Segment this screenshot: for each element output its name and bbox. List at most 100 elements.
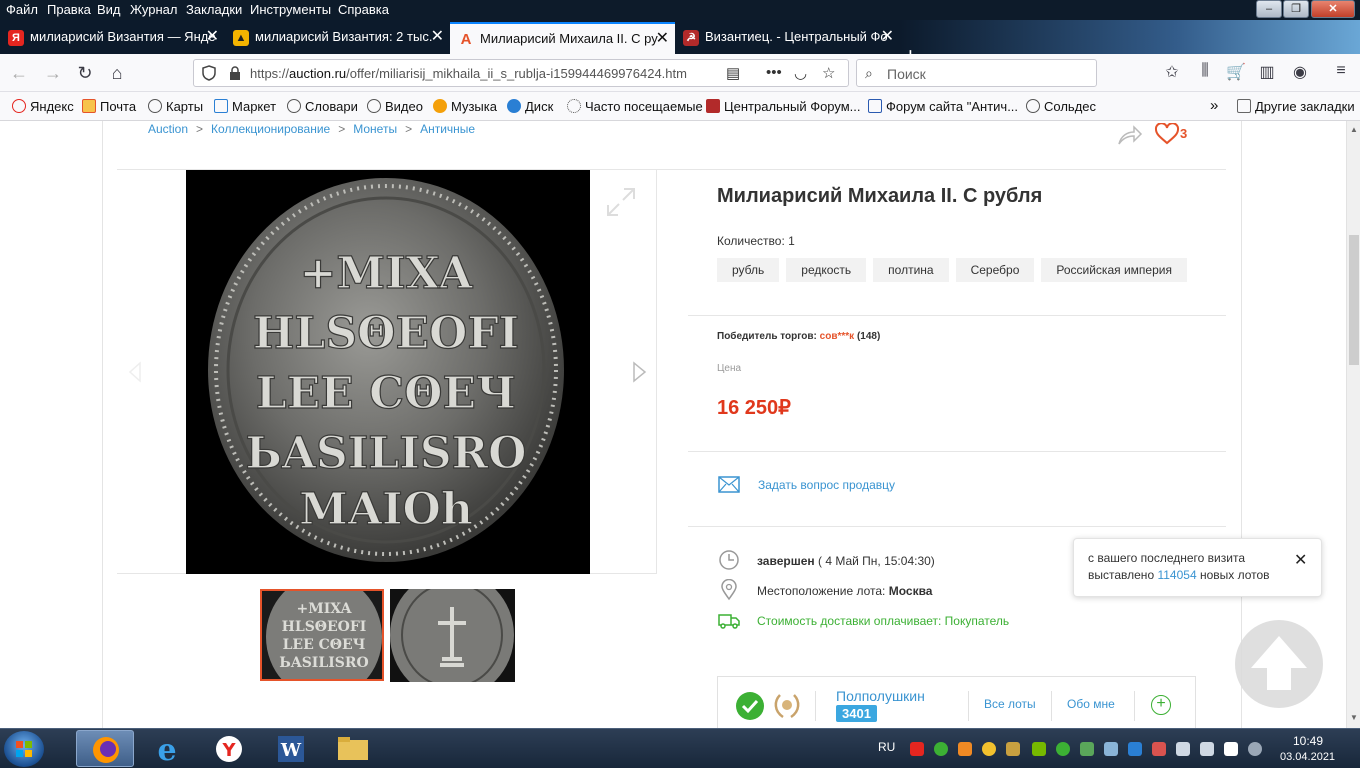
scrollbar-thumb[interactable] bbox=[1349, 235, 1359, 365]
tag-rarity[interactable]: редкость bbox=[786, 258, 867, 282]
envelope-icon[interactable] bbox=[718, 476, 740, 493]
bookmark-central-forum[interactable]: Центральный Форум... bbox=[706, 99, 861, 114]
speaker-muted-tray-icon[interactable] bbox=[1152, 742, 1166, 756]
hamburger-menu-icon[interactable]: ≡ bbox=[1330, 62, 1352, 80]
gallery-prev-arrow-icon[interactable] bbox=[128, 361, 142, 383]
page-scrollbar[interactable]: ▲ ▼ bbox=[1346, 121, 1360, 728]
other-bookmarks[interactable]: Другие закладки bbox=[1237, 99, 1355, 114]
close-notification-icon[interactable]: ✕ bbox=[1294, 550, 1307, 570]
bookmark-star-icon[interactable]: ☆ bbox=[822, 64, 835, 82]
tracking-shield-icon[interactable] bbox=[202, 65, 216, 81]
breadcrumb-coins[interactable]: Монеты bbox=[353, 122, 397, 136]
account-icon[interactable]: ◉ bbox=[1289, 62, 1311, 82]
tab-forum[interactable]: ☭ Византиец. - Центральный Фо ✕ bbox=[675, 22, 900, 54]
yandex-tray-icon[interactable] bbox=[910, 742, 924, 756]
bookmark-video[interactable]: Видео bbox=[367, 99, 423, 114]
close-tab-icon[interactable]: ✕ bbox=[881, 22, 894, 52]
pocket-icon[interactable]: ◡ bbox=[794, 64, 807, 82]
search-input[interactable]: ⌕ Поиск bbox=[856, 59, 1097, 87]
share-icon[interactable] bbox=[1117, 124, 1143, 146]
back-icon[interactable]: ← bbox=[6, 60, 32, 86]
tag-poltina[interactable]: полтина bbox=[873, 258, 949, 282]
breadcrumb-collecting[interactable]: Коллекционирование bbox=[211, 122, 330, 136]
cart-icon[interactable]: 🛒 bbox=[1225, 62, 1247, 82]
thumbnail-reverse[interactable] bbox=[390, 589, 515, 682]
menu-tools[interactable]: Инструменты bbox=[250, 2, 331, 17]
menu-view[interactable]: Вид bbox=[97, 2, 121, 17]
url-bar[interactable]: https://auction.ru/offer/miliarisij_mikh… bbox=[193, 59, 849, 87]
fullscreen-expand-icon[interactable] bbox=[604, 185, 638, 219]
bookmark-antique-forum[interactable]: Форум сайта "Антич... bbox=[868, 99, 1018, 114]
breadcrumb-ancient[interactable]: Античные bbox=[420, 122, 475, 136]
menu-file[interactable]: Файл bbox=[6, 2, 38, 17]
input-language[interactable]: RU bbox=[878, 740, 895, 754]
security-tray-icon[interactable] bbox=[1128, 742, 1142, 756]
restore-button[interactable]: ❐ bbox=[1283, 0, 1309, 18]
reader-view-icon[interactable]: ▤ bbox=[726, 64, 740, 82]
close-tab-icon[interactable]: ✕ bbox=[656, 24, 669, 54]
nvidia-tray-icon[interactable] bbox=[1032, 742, 1046, 756]
app-g-tray-icon[interactable] bbox=[1248, 742, 1262, 756]
taskbar-firefox[interactable] bbox=[76, 730, 134, 767]
start-button[interactable] bbox=[4, 731, 44, 767]
minimize-button[interactable]: – bbox=[1256, 0, 1282, 18]
gallery-next-arrow-icon[interactable] bbox=[631, 361, 647, 383]
heart-icon[interactable] bbox=[1154, 123, 1180, 145]
forward-icon[interactable]: → bbox=[40, 60, 66, 86]
bookmark-disk[interactable]: Диск bbox=[507, 99, 553, 114]
breadcrumb-auction[interactable]: Auction bbox=[148, 122, 188, 136]
scroll-up-arrow-icon[interactable]: ▲ bbox=[1350, 125, 1358, 134]
taskbar-yandex-browser[interactable]: Y bbox=[200, 730, 258, 767]
app-tray-icon[interactable] bbox=[958, 742, 972, 756]
lock-icon[interactable] bbox=[229, 66, 241, 80]
url-text[interactable]: https://auction.ru/offer/miliarisij_mikh… bbox=[250, 66, 714, 81]
sidebar-icon[interactable]: ▥ bbox=[1256, 62, 1278, 82]
close-window-button[interactable]: ✕ bbox=[1311, 0, 1355, 18]
bookmark-mail[interactable]: Почта bbox=[82, 99, 136, 114]
bookmark-dictionaries[interactable]: Словари bbox=[287, 99, 358, 114]
volume-tray-icon[interactable] bbox=[1200, 742, 1214, 756]
bookmark-soldes[interactable]: Сольдес bbox=[1026, 99, 1096, 114]
action-center-flag-icon[interactable] bbox=[1224, 742, 1238, 756]
bookmarks-star-list-icon[interactable]: ✩ bbox=[1161, 62, 1183, 82]
more-actions-icon[interactable]: ••• bbox=[766, 64, 782, 81]
bookmark-yandex[interactable]: Яндекс bbox=[12, 99, 74, 114]
bookmark-most-visited[interactable]: Часто посещаемые bbox=[567, 99, 703, 114]
tab-yandex-search[interactable]: Я милиарисий Византия — Янде ✕ bbox=[0, 22, 225, 54]
about-seller-link[interactable]: Обо мне bbox=[1067, 697, 1115, 711]
tag-silver[interactable]: Серебро bbox=[955, 258, 1035, 282]
seller-name[interactable]: Полполушкин bbox=[836, 688, 925, 704]
bookmark-market[interactable]: Маркет bbox=[214, 99, 276, 114]
menu-bookmarks[interactable]: Закладки bbox=[186, 2, 242, 17]
close-tab-icon[interactable]: ✕ bbox=[431, 22, 444, 52]
taskbar-word[interactable]: W bbox=[262, 730, 320, 767]
tag-russian-empire[interactable]: Российская империя bbox=[1041, 258, 1187, 282]
tag-ruble[interactable]: рубль bbox=[717, 258, 780, 282]
device-tray-icon[interactable] bbox=[1104, 742, 1118, 756]
tool-tray-icon[interactable] bbox=[1006, 742, 1020, 756]
menu-history[interactable]: Журнал bbox=[130, 2, 177, 17]
more-bookmarks-chevron-icon[interactable]: » bbox=[1210, 97, 1218, 114]
bookmark-maps[interactable]: Карты bbox=[148, 99, 203, 114]
tab-image-search[interactable]: ▲ милиарисий Византия: 2 тыс. ✕ bbox=[225, 22, 450, 54]
ask-seller-link[interactable]: Задать вопрос продавцу bbox=[758, 478, 895, 492]
home-icon[interactable]: ⌂ bbox=[104, 60, 130, 86]
sync-tray-icon[interactable] bbox=[1056, 742, 1070, 756]
clock-time[interactable]: 10:49 bbox=[1293, 734, 1323, 748]
all-lots-link[interactable]: Все лоты bbox=[984, 697, 1036, 711]
menu-edit[interactable]: Правка bbox=[47, 2, 91, 17]
new-lots-count[interactable]: 114054 bbox=[1157, 568, 1196, 582]
check-tray-icon[interactable] bbox=[934, 742, 948, 756]
taskbar-explorer[interactable] bbox=[324, 730, 382, 767]
keyboard-tray-icon[interactable] bbox=[1080, 742, 1094, 756]
winner-nickname[interactable]: сов***к bbox=[820, 331, 855, 342]
sun-tray-icon[interactable] bbox=[982, 742, 996, 756]
clock-date[interactable]: 03.04.2021 bbox=[1280, 751, 1335, 763]
scroll-to-top-button[interactable] bbox=[1235, 620, 1323, 708]
coin-main-photo[interactable]: +MIXA HLSΘEOFI LEE CΘEЧ ЬASILISRO MAIOh bbox=[186, 170, 590, 574]
library-icon[interactable]: ⫼ bbox=[1194, 62, 1216, 80]
bookmark-music[interactable]: Музыка bbox=[433, 99, 497, 114]
reload-icon[interactable]: ↻ bbox=[72, 60, 98, 86]
menu-help[interactable]: Справка bbox=[338, 2, 389, 17]
scroll-down-arrow-icon[interactable]: ▼ bbox=[1350, 713, 1358, 722]
